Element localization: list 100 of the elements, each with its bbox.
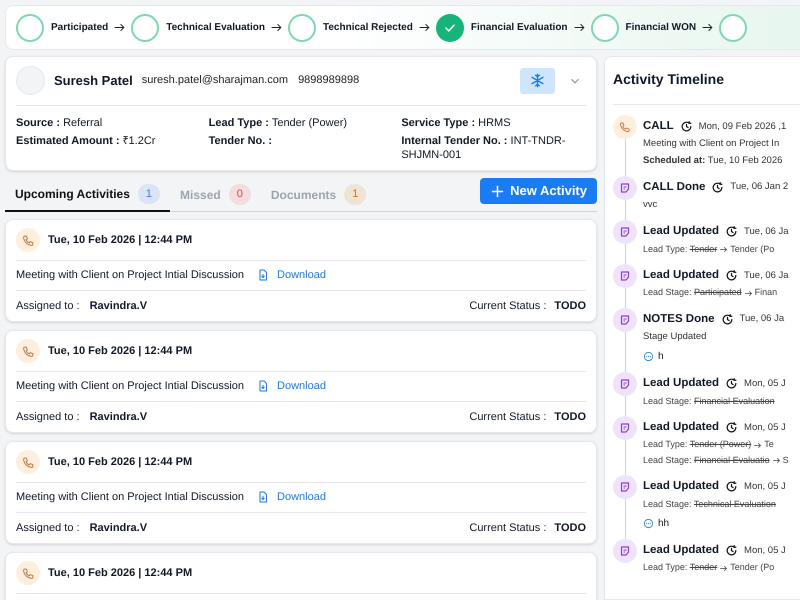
arrow-right-icon bbox=[701, 21, 714, 34]
entry-title: Lead Updated bbox=[643, 543, 720, 558]
stage-label: Financial WON bbox=[626, 21, 696, 35]
clock-icon bbox=[725, 544, 738, 558]
lead-phone: 9898989898 bbox=[298, 73, 360, 88]
note-glyph-icon bbox=[619, 481, 631, 494]
note-glyph-icon bbox=[619, 378, 631, 390]
entry-title: Lead Updated bbox=[643, 420, 720, 435]
activity-description: Meeting with Client on Project Intial Discussion bbox=[16, 268, 244, 283]
arrow-right-icon bbox=[270, 21, 283, 34]
lead-field: Service Type : HRMS bbox=[401, 116, 586, 130]
comment-text: h bbox=[658, 350, 664, 364]
entry-title: Lead Updated bbox=[643, 376, 720, 392]
entry-text: Scheduled at: Tue, 10 Feb 2026 bbox=[643, 154, 784, 168]
status-label: Current Status : bbox=[469, 520, 546, 536]
tab[interactable]: Missed 0 bbox=[170, 178, 261, 211]
clock-icon bbox=[720, 312, 734, 326]
file-download-icon bbox=[257, 380, 270, 392]
arrow-right-icon bbox=[113, 21, 126, 34]
lead-field: Lead Type : Tender (Power) bbox=[208, 116, 394, 130]
clock-icon bbox=[725, 269, 738, 282]
arrow-right-icon bbox=[744, 288, 753, 298]
assigned-label: Assigned to : bbox=[16, 298, 80, 314]
note-glyph-icon bbox=[619, 226, 631, 238]
entry-time: Mon, 05 J bbox=[744, 480, 786, 494]
download-link[interactable]: Download bbox=[257, 378, 326, 394]
lead-field: Internal Tender No. : INT-TNDR-SHJMN-001 bbox=[401, 134, 586, 162]
tab[interactable]: Documents 1 bbox=[260, 178, 376, 211]
activity-description: Meeting with Client on Project Intial Discussion bbox=[16, 490, 244, 505]
file-download-icon bbox=[257, 269, 270, 282]
entry-time: Mon, 09 Feb 2026 ,1 bbox=[698, 120, 786, 134]
activity-datetime: Tue, 10 Feb 2026 | 12:44 PM bbox=[48, 232, 192, 248]
assignee-name: Ravindra.V bbox=[90, 520, 148, 536]
phone-glyph-icon bbox=[22, 344, 34, 358]
entry-text: vvc bbox=[643, 198, 658, 212]
phone-glyph-icon bbox=[22, 566, 34, 580]
phone-glyph-icon bbox=[22, 234, 34, 246]
activity-datetime: Tue, 10 Feb 2026 | 12:44 PM bbox=[48, 566, 192, 581]
change-text: Lead Type: Tender bbox=[643, 242, 718, 256]
entry-text: Stage Updated bbox=[643, 330, 708, 344]
snowflake-icon bbox=[530, 73, 545, 88]
count-badge: 0 bbox=[228, 184, 251, 205]
activity-datetime: Tue, 10 Feb 2026 | 12:44 PM bbox=[48, 344, 192, 359]
status-value: TODO bbox=[554, 410, 586, 424]
entry-title: Lead Updated bbox=[643, 479, 720, 494]
entry-time: Tue, 06 Ja bbox=[740, 312, 784, 326]
avatar-picture bbox=[16, 66, 45, 95]
file-download-icon bbox=[257, 491, 270, 504]
status-value: TODO bbox=[554, 298, 586, 314]
clock-icon bbox=[725, 480, 738, 494]
change-new-value: Te bbox=[764, 438, 774, 452]
entry-title: NOTES Done bbox=[643, 312, 715, 327]
change-text: Lead Stage: Financial Evaluatio bbox=[643, 454, 770, 467]
change-text: Lead Stage: Financial Evaluation bbox=[643, 394, 775, 408]
snowflake-button[interactable] bbox=[520, 68, 555, 94]
clock-icon bbox=[680, 120, 693, 134]
chat-bubble-icon bbox=[643, 351, 654, 362]
tab[interactable]: Upcoming Activities 1 bbox=[5, 178, 170, 212]
note-glyph-icon bbox=[619, 314, 631, 326]
change-new-value: S bbox=[782, 454, 789, 467]
entry-time: Tue, 06 Ja bbox=[744, 224, 789, 239]
lead-email: suresh.patel@sharajman.com bbox=[142, 73, 288, 88]
assignee-name: Ravindra.V bbox=[90, 298, 148, 314]
entry-title: Lead Updated bbox=[643, 224, 720, 240]
stage-label: Financial Evaluation bbox=[470, 21, 568, 35]
clock-icon bbox=[725, 225, 738, 238]
activity-datetime: Tue, 10 Feb 2026 | 12:44 PM bbox=[48, 454, 192, 470]
status-label: Current Status : bbox=[469, 298, 546, 314]
entry-time: Mon, 05 J bbox=[744, 376, 786, 391]
status-value: TODO bbox=[554, 520, 586, 536]
phone-glyph-icon bbox=[619, 121, 631, 133]
change-text: Lead Type: Tender (Power) bbox=[643, 438, 752, 452]
activity-description: Meeting with Client on Project Intial Discussion bbox=[16, 379, 244, 394]
new-activity-button[interactable]: New Activity bbox=[480, 178, 597, 204]
note-glyph-icon bbox=[619, 182, 631, 194]
lead-field: Tender No. : bbox=[208, 134, 394, 148]
count-badge: 1 bbox=[138, 184, 160, 204]
phone-glyph-icon bbox=[22, 456, 34, 468]
arrow-right-icon bbox=[753, 440, 762, 450]
lead-field: Source : Referral bbox=[16, 116, 201, 130]
stage-label: Technical Evaluation bbox=[166, 21, 265, 35]
comment-text: hh bbox=[658, 517, 670, 531]
change-new-value: Tender (Po bbox=[730, 561, 774, 574]
assigned-label: Assigned to : bbox=[16, 520, 80, 536]
arrow-right-icon bbox=[418, 21, 431, 34]
entry-time: Tue, 06 Ja bbox=[744, 268, 789, 282]
change-text: Lead Type: Tender bbox=[643, 561, 718, 574]
timeline-title: Activity Timeline bbox=[613, 69, 800, 105]
entry-title: CALL Done bbox=[643, 180, 706, 195]
arrow-right-icon bbox=[572, 21, 586, 34]
entry-time: Mon, 05 J bbox=[744, 420, 786, 434]
download-link[interactable]: Download bbox=[257, 267, 326, 284]
arrow-right-icon bbox=[772, 456, 781, 465]
entry-time: Tue, 06 Jan 2 bbox=[730, 180, 788, 194]
plus-icon bbox=[490, 184, 506, 198]
assignee-name: Ravindra.V bbox=[90, 410, 148, 424]
lead-field: Estimated Amount : ₹1.2Cr bbox=[16, 134, 201, 148]
status-label: Current Status : bbox=[469, 410, 546, 424]
download-link[interactable]: Download bbox=[257, 489, 326, 506]
stage-label: Technical Rejected bbox=[322, 21, 413, 35]
